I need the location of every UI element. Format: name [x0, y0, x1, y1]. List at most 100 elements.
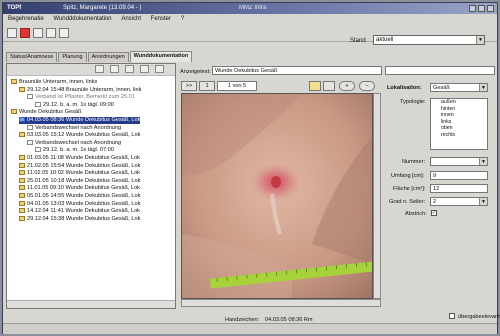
tab-status-anamnese[interactable]: Status/Anamnese: [6, 52, 58, 62]
abstrich-checkbox[interactable]: ✓: [431, 210, 437, 216]
grad-label: Grad n. Seiler:: [389, 199, 426, 205]
abstrich-label: Abstrich:: [405, 211, 427, 217]
copy-icon[interactable]: [140, 65, 149, 73]
document-icon: [27, 139, 33, 145]
folder-icon: [19, 200, 25, 206]
stand-label: Stand: [350, 38, 366, 44]
anzeigetext-extra-field[interactable]: [385, 66, 495, 75]
flaeche-field[interactable]: 12: [430, 184, 488, 193]
grad-value: 2: [433, 199, 437, 205]
typologie-label: Typologie:: [400, 99, 426, 105]
new-document-icon[interactable]: [33, 28, 43, 38]
tree-node[interactable]: Braunüle Unterarm, innen, links: [11, 79, 97, 86]
document-icon: [35, 147, 41, 153]
flash-icon[interactable]: [20, 28, 30, 38]
menu-bar: Begehrenatie Wundddokumentation Ansicht …: [3, 14, 497, 24]
tree-node[interactable]: 03.03.05 15:12 Wunde Dekubitus Gesäß, Lo…: [19, 132, 140, 139]
menu-item[interactable]: Wundddokumentation: [53, 16, 111, 22]
menu-item[interactable]: Ansicht: [121, 16, 141, 22]
zoom-out-icon[interactable]: −: [359, 81, 375, 91]
anzeigetext-field[interactable]: Wunde Dekubitus Gesäß: [212, 66, 382, 75]
lokalisation-value: Gesäß: [433, 85, 450, 91]
tab-anordnungen[interactable]: Anordnungen: [87, 52, 129, 62]
tree-node-label: 29.12.04 15:38 Wunde Dekubitus Gesäß, Lo…: [27, 215, 141, 222]
tree-node[interactable]: 25.01.05 10:18 Wunde Dekubitus Gesäß, Lo…: [19, 178, 140, 185]
tree-toolbar: [7, 64, 175, 76]
umfang-field[interactable]: 9: [430, 171, 488, 180]
tree-node[interactable]: 21.02.05 15:54 Wunde Dekubitus Gesäß, Lo…: [19, 163, 140, 170]
grad-select[interactable]: 2 ▼: [430, 197, 488, 206]
uebergabe-checkbox[interactable]: [449, 313, 455, 319]
stand-value: aktuell: [376, 37, 394, 43]
document-icon: [27, 124, 33, 130]
tree-node-label: Verbandswechsel nach Anordnung: [35, 139, 122, 146]
menu-item[interactable]: Begehrenatie: [8, 16, 44, 22]
delete-image-icon[interactable]: [323, 81, 335, 91]
folder-icon: [19, 208, 25, 214]
wound-photo: [181, 93, 373, 299]
typologie-option[interactable]: rechts: [431, 132, 487, 139]
lokalisation-label: Lokalisation:: [387, 85, 422, 91]
typologie-list[interactable]: außen hinten innen links oben rechts: [430, 98, 488, 150]
new-image-icon[interactable]: [309, 81, 321, 91]
tree-node-label: 14.12.04 11:41 Wunde Dekubitus Gesäß, Lo…: [27, 208, 140, 215]
tree-node[interactable]: Verbandswechsel nach Anordnung: [27, 140, 121, 147]
tree-node[interactable]: 14.12.04 11:41 Wunde Dekubitus Gesäß, Lo…: [19, 208, 140, 215]
main-window: TOPf Spitz, Margarete (13.09.04 - ) MMZ …: [2, 2, 500, 334]
tab-wunddokumentation[interactable]: Wunddokumentation: [129, 51, 193, 62]
folder-icon[interactable]: [95, 65, 104, 73]
close-button[interactable]: [487, 5, 494, 12]
flaeche-label: Fläche [cm²]:: [393, 186, 426, 192]
tree-node-label: 29.12. b. a. m. 1x tägl. 07:00: [43, 147, 114, 154]
tree-node[interactable]: 29.12.04 15:38 Wunde Dekubitus Gesäß, Lo…: [19, 216, 140, 223]
tree-horizontal-scrollbar[interactable]: [7, 300, 175, 308]
tree-node-label: 11.02.05 10:02 Wunde Dekubitus Gesäß, Lo…: [27, 170, 140, 177]
chevron-down-icon[interactable]: ▼: [479, 84, 487, 91]
tree-node[interactable]: 05.01.05 14:55 Wunde Dekubitus Gesäß, Lo…: [19, 193, 140, 200]
document-icon[interactable]: [110, 65, 119, 73]
tree-node[interactable]: Verbandswechsel nach Anordnung: [27, 125, 121, 132]
layout-icon[interactable]: [59, 28, 69, 38]
previous-image-button[interactable]: >>: [181, 81, 197, 91]
edit-icon[interactable]: [125, 65, 134, 73]
zoom-in-icon[interactable]: +: [339, 81, 355, 91]
menu-item[interactable]: ?: [181, 16, 184, 22]
tree-node[interactable]: 29.12.04 15:48 Braunüle Unterarm, innen,…: [19, 87, 141, 94]
module-name: MMZ Intra: [239, 5, 267, 11]
first-image-button[interactable]: 1: [199, 81, 215, 91]
tree-node[interactable]: 04.01.05 13:03 Wunde Dekubitus Gesäß, Lo…: [19, 201, 140, 208]
save-icon[interactable]: [7, 28, 17, 38]
print-icon[interactable]: [155, 65, 164, 73]
tree-node[interactable]: 29.12. b. a. m. 1x tägl. 09:00: [35, 102, 114, 109]
tree-node[interactable]: 11.02.05 10:02 Wunde Dekubitus Gesäß, Lo…: [19, 170, 140, 177]
tree-node-label: 29.12.04 15:48 Braunüle Unterarm, innen,…: [27, 86, 142, 93]
minimize-button[interactable]: [469, 5, 476, 12]
image-nav-bar: >> 1 1 von 5 + −: [181, 81, 381, 92]
tree-node-label: 29.12. b. a. m. 1x tägl. 09:00: [43, 101, 114, 108]
tree-node[interactable]: 11.01.05 09:10 Wunde Dekubitus Gesäß, Lo…: [19, 185, 140, 192]
tree-node-label: 04.01.05 13:03 Wunde Dekubitus Gesäß, Lo…: [27, 200, 141, 207]
tree-node-label: 11.01.05 09:10 Wunde Dekubitus Gesäß, Lo…: [27, 185, 140, 192]
tree-node-label: Verbandswechsel nach Anordnung: [35, 124, 122, 131]
app-title: TOPf: [7, 5, 22, 11]
stand-select[interactable]: aktuell ▼: [373, 35, 485, 45]
maximize-button[interactable]: [478, 5, 485, 12]
tree-node-label: 25.01.05 10:18 Wunde Dekubitus Gesäß, Lo…: [27, 177, 141, 184]
chevron-down-icon[interactable]: ▼: [479, 158, 487, 165]
tab-planung[interactable]: Planung: [58, 52, 87, 62]
lokalisation-select[interactable]: Gesäß ▼: [430, 83, 488, 92]
image-vertical-scrollbar[interactable]: [373, 93, 381, 299]
menu-item[interactable]: Fenster: [151, 16, 171, 22]
window-icon[interactable]: [46, 28, 56, 38]
tree-node[interactable]: 29.12. b. a. m. 1x tägl. 07:00: [35, 147, 114, 154]
folder-icon: [19, 162, 25, 168]
tree-node[interactable]: 01.03.05 11:08 Wunde Dekubitus Gesäß, Lo…: [19, 155, 140, 162]
tree-node[interactable]: 04.03.05 08:36 Wunde Dekubitus Gesäß, Lo…: [19, 117, 141, 124]
nummer-select[interactable]: ▼: [430, 157, 488, 166]
chevron-down-icon[interactable]: ▼: [479, 198, 487, 205]
tree-node[interactable]: Verband ist Pflaster, Bemerkt zum 25.01: [27, 94, 135, 101]
image-horizontal-scrollbar[interactable]: [181, 299, 381, 307]
tree-node[interactable]: Wunde Dekubitus Gesäß: [11, 109, 81, 116]
chevron-down-icon[interactable]: ▼: [476, 36, 484, 44]
tree-node-label: 01.03.05 11:08 Wunde Dekubitus Gesäß, Lo…: [27, 155, 140, 161]
